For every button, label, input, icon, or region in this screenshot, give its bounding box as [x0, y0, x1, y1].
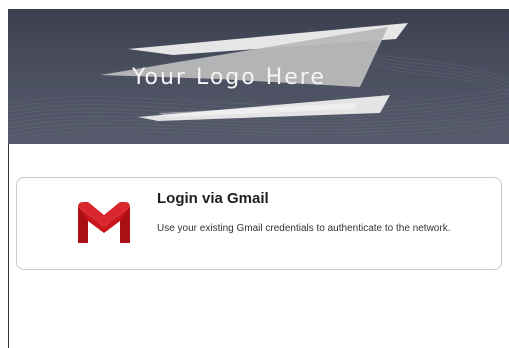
login-title: Login via Gmail — [157, 190, 269, 207]
login-description: Use your existing Gmail credentials to a… — [157, 223, 451, 234]
gmail-icon — [78, 202, 130, 243]
top-strip — [0, 0, 509, 9]
gmail-login-button[interactable]: Login via Gmail Use your existing Gmail … — [16, 177, 502, 270]
header-banner: Your Logo Here — [8, 9, 509, 144]
logo-text: Your Logo Here — [132, 65, 326, 90]
left-divider — [8, 144, 9, 348]
